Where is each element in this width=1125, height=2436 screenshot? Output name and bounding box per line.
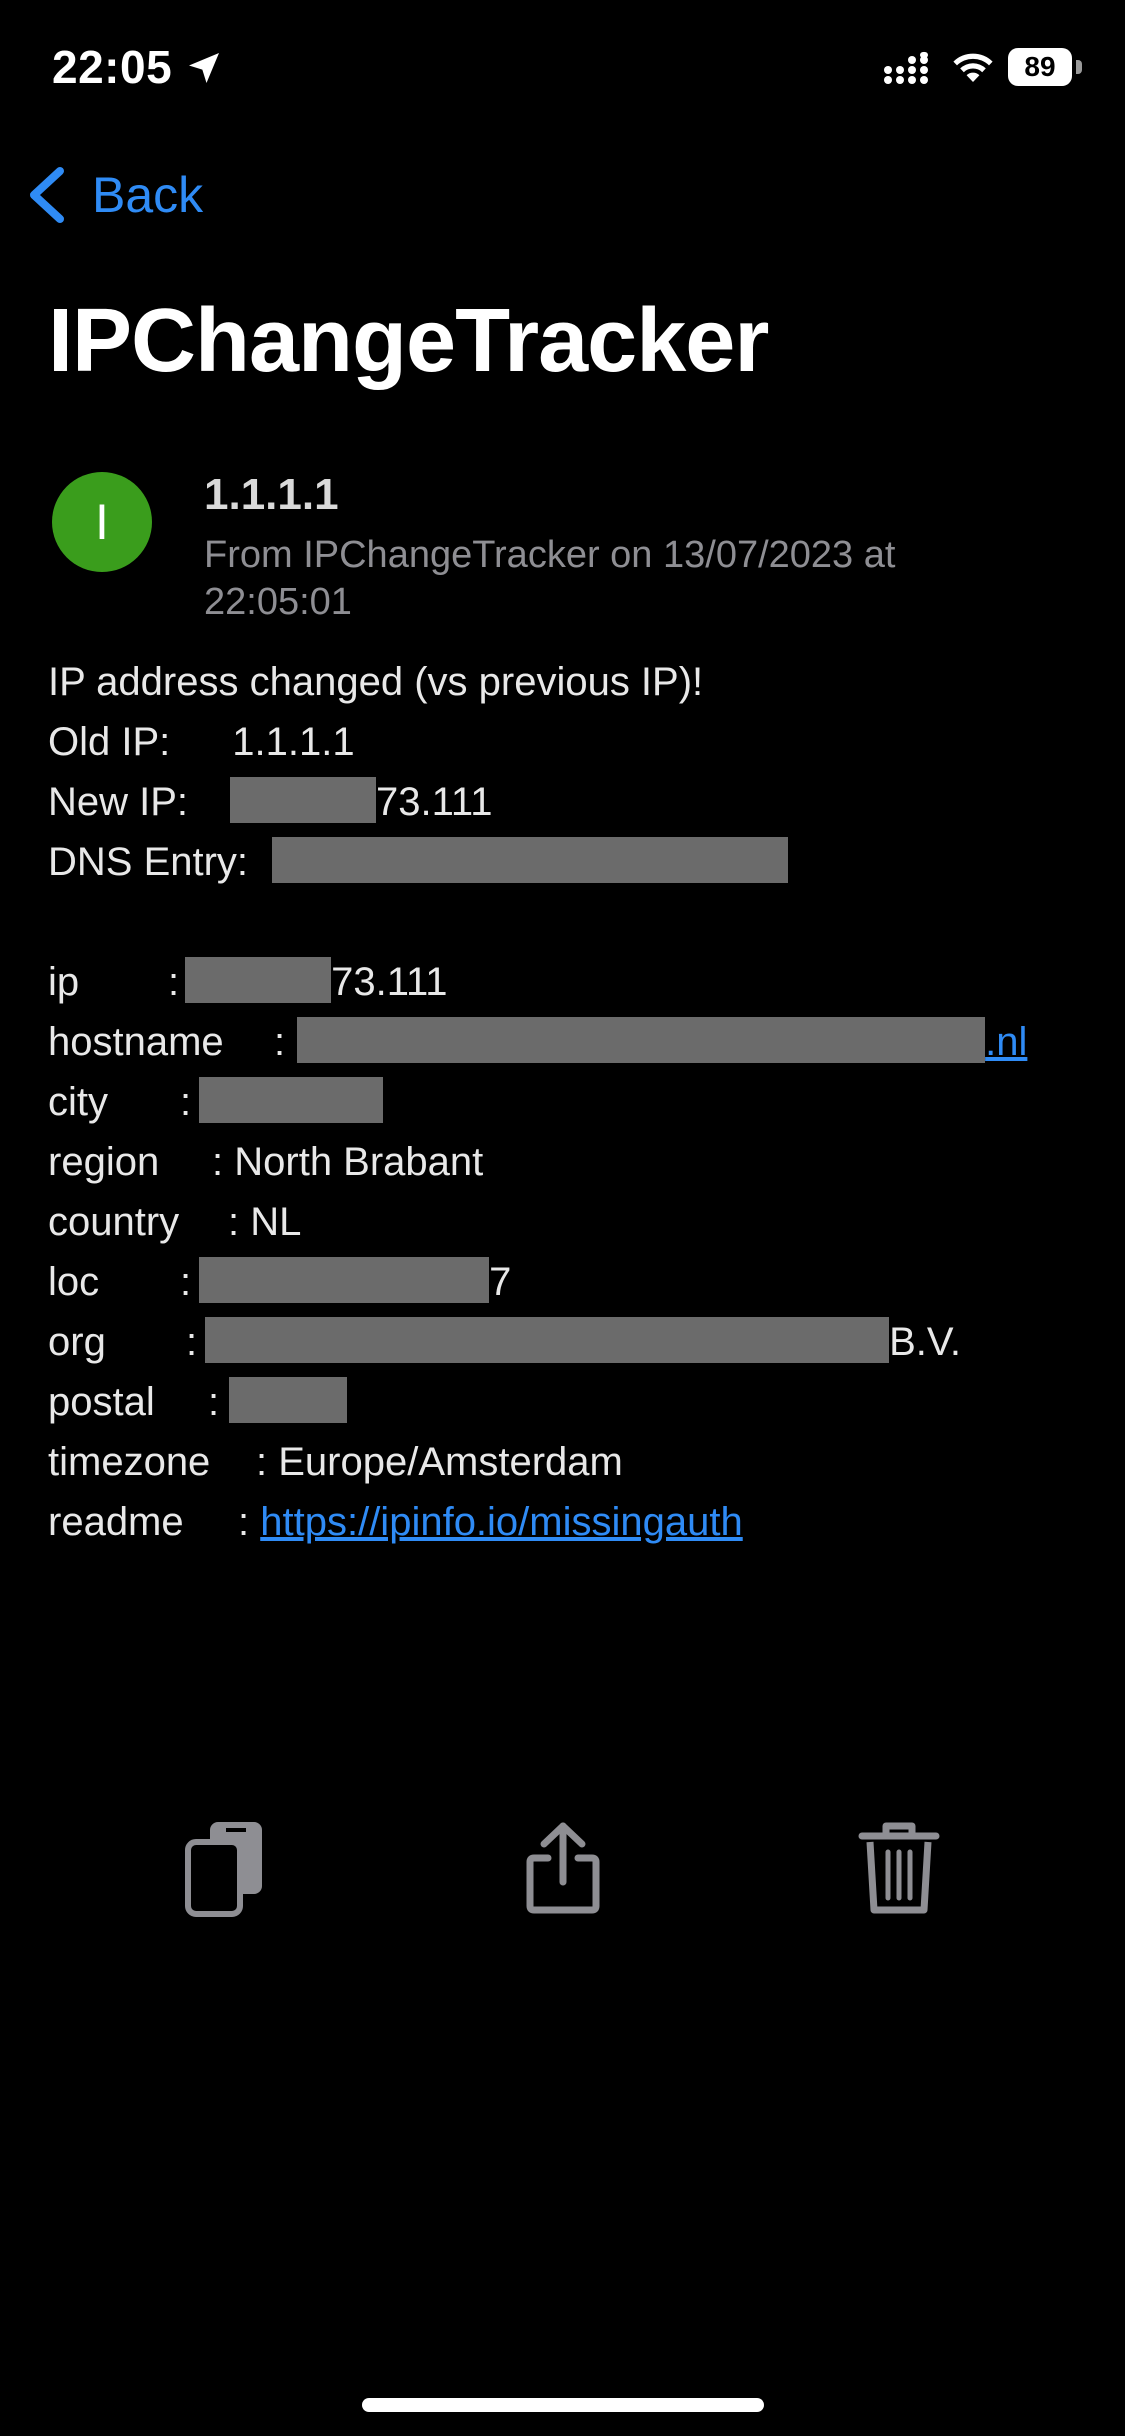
hostname-link[interactable]: .nl — [985, 1020, 1027, 1064]
ip-row: ip:73.111 — [48, 952, 1088, 1012]
region-label: region — [48, 1140, 160, 1184]
dns-row: DNS Entry: — [48, 832, 1088, 892]
hostname-label: hostname — [48, 1020, 224, 1064]
redacted-block — [297, 1017, 986, 1063]
redacted-block — [205, 1317, 890, 1363]
battery-level: 89 — [1024, 51, 1056, 82]
redacted-block — [185, 957, 332, 1003]
region-row: region: North Brabant — [48, 1132, 1088, 1192]
new-ip-row: New IP: 73.111 — [48, 772, 1088, 832]
headline-row: IP address changed (vs previous IP)! — [48, 652, 1088, 712]
message-body: IP address changed (vs previous IP)! Old… — [48, 652, 1088, 1552]
share-icon[interactable] — [518, 1818, 608, 1918]
ip-suffix: 73.111 — [331, 960, 448, 1004]
timezone-value: Europe/Amsterdam — [278, 1440, 623, 1484]
headline: IP address changed (vs previous IP)! — [48, 660, 704, 704]
redacted-block — [229, 1377, 348, 1423]
home-indicator[interactable] — [362, 2398, 764, 2412]
loc-suffix: 7 — [489, 1260, 512, 1304]
cellular-signal-icon — [884, 50, 928, 84]
readme-row: readme: https://ipinfo.io/missingauth — [48, 1492, 1088, 1552]
old-ip-label: Old IP: — [48, 720, 171, 764]
hostname-row: hostname: .nl — [48, 1012, 1088, 1072]
status-bar: 22:05 89 — [0, 0, 1125, 140]
redacted-block — [199, 1257, 490, 1303]
org-row: org: B.V. — [48, 1312, 1088, 1372]
country-label: country — [48, 1200, 180, 1244]
old-ip-value: 1.1.1.1 — [232, 720, 355, 764]
readme-link[interactable]: https://ipinfo.io/missingauth — [260, 1500, 742, 1544]
org-suffix: B.V. — [889, 1320, 962, 1364]
loc-row: loc:7 — [48, 1252, 1088, 1312]
avatar: I — [52, 472, 152, 572]
status-time: 22:05 — [52, 41, 173, 93]
chevron-left-icon — [30, 167, 64, 223]
postal-row: postal: — [48, 1372, 1088, 1432]
trash-icon[interactable] — [854, 1818, 944, 1918]
new-ip-label: New IP: — [48, 780, 189, 824]
back-button[interactable]: Back — [24, 160, 203, 230]
location-arrow-icon — [189, 53, 219, 83]
redacted-block — [230, 777, 377, 823]
dns-label: DNS Entry: — [48, 840, 249, 884]
wifi-icon — [953, 53, 993, 82]
message-subject: 1.1.1.1 — [204, 470, 339, 519]
redacted-block — [272, 837, 789, 883]
country-value: NL — [250, 1200, 302, 1244]
page-title: IPChangeTracker — [48, 291, 769, 391]
old-ip-row: Old IP: 1.1.1.1 — [48, 712, 1088, 772]
copy-icon[interactable] — [180, 1818, 270, 1918]
org-label: org — [48, 1320, 106, 1364]
redacted-block — [199, 1077, 384, 1123]
ip-label: ip — [48, 960, 80, 1004]
postal-label: postal — [48, 1380, 155, 1424]
region-value: North Brabant — [234, 1140, 484, 1184]
city-label: city — [48, 1080, 108, 1124]
message-sender-line: From IPChangeTracker on 13/07/2023 at 22… — [204, 534, 896, 623]
timezone-label: timezone — [48, 1440, 211, 1484]
back-label: Back — [92, 167, 204, 223]
battery-icon: 89 — [1008, 48, 1082, 88]
new-ip-suffix: 73.111 — [376, 780, 493, 824]
city-row: city: — [48, 1072, 1088, 1132]
avatar-letter: I — [95, 494, 109, 550]
country-row: country: NL — [48, 1192, 1088, 1252]
readme-label: readme — [48, 1500, 184, 1544]
timezone-row: timezone: Europe/Amsterdam — [48, 1432, 1088, 1492]
loc-label: loc — [48, 1260, 100, 1304]
